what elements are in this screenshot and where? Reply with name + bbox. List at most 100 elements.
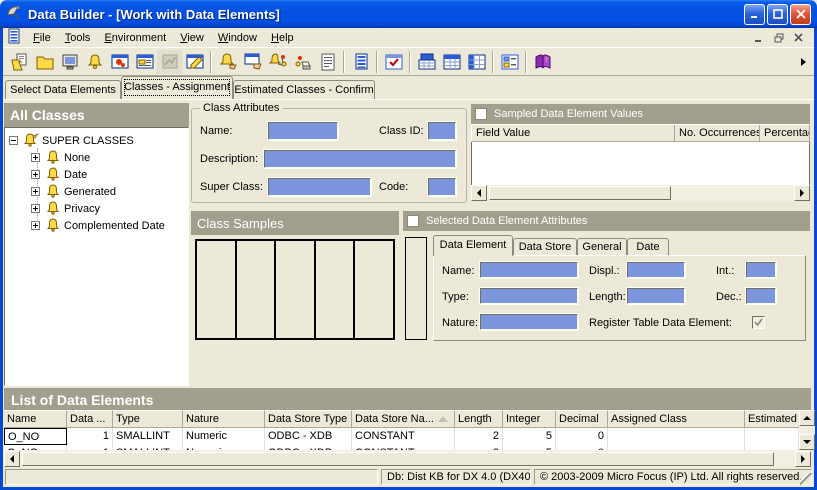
tab-date[interactable]: Date	[627, 238, 669, 256]
scroll-right-icon[interactable]	[795, 451, 811, 467]
cell-nature[interactable]: Numeric	[183, 428, 265, 445]
cell-estimated[interactable]	[745, 428, 799, 445]
col-data[interactable]: Data ...	[67, 410, 113, 428]
dec-input[interactable]	[746, 288, 776, 304]
menu-tools[interactable]: Tools	[58, 30, 98, 46]
mdi-restore-button[interactable]	[771, 31, 787, 45]
help-book-icon[interactable]: ?	[530, 50, 555, 74]
properties-panel-icon[interactable]	[497, 50, 522, 74]
table-hscrollbar[interactable]	[4, 450, 811, 467]
tab-general[interactable]: General	[577, 238, 627, 256]
table-vscrollbar[interactable]	[799, 410, 815, 450]
collapse-expander-icon[interactable]	[9, 136, 18, 145]
menu-window[interactable]: Window	[211, 30, 264, 46]
toolbar-overflow-icon[interactable]	[801, 58, 806, 66]
assign-monitor-icon[interactable]	[240, 50, 265, 74]
tree-item-none[interactable]: None	[31, 149, 186, 166]
col-estimated[interactable]: Estimated	[745, 410, 799, 428]
close-button[interactable]	[790, 4, 811, 25]
sample-column[interactable]	[237, 241, 277, 338]
tree-item-complemented-date[interactable]: Complemented Date	[31, 217, 186, 234]
cell-data-store-name[interactable]: CONSTANT	[352, 428, 455, 445]
tree-item-date[interactable]: Date	[31, 166, 186, 183]
cell-name[interactable]: O_NO	[4, 428, 67, 445]
sample-column[interactable]	[276, 241, 316, 338]
element-name-input[interactable]	[480, 262, 578, 278]
table-add-row-icon[interactable]	[414, 50, 439, 74]
tab-data-element[interactable]: Data Element	[433, 235, 513, 256]
col-decimal[interactable]: Decimal	[556, 410, 608, 428]
tab-select-data-elements[interactable]: Select Data Elements	[5, 80, 121, 99]
tab-data-store[interactable]: Data Store	[513, 238, 577, 256]
window-properties-icon[interactable]	[132, 50, 157, 74]
data-element-row-1[interactable]: O_NO 1 SMALLINT Numeric ODBC - XDB CONST…	[4, 428, 799, 445]
type-input[interactable]	[480, 288, 578, 304]
class-id-input[interactable]	[428, 122, 456, 140]
scroll-right-icon[interactable]	[794, 185, 810, 201]
scroll-left-icon[interactable]	[4, 451, 20, 467]
register-table-checkbox[interactable]	[752, 316, 765, 329]
column-no-occurrences[interactable]: No. Occurrences	[675, 125, 760, 142]
confirm-checklist-icon[interactable]	[381, 50, 406, 74]
workstation-icon[interactable]	[57, 50, 82, 74]
expand-icon[interactable]	[31, 221, 40, 230]
mdi-document-icon[interactable]	[6, 28, 22, 47]
length-input[interactable]	[627, 288, 685, 304]
column-field-value[interactable]: Field Value	[472, 125, 675, 142]
classes-bell-icon[interactable]	[82, 50, 107, 74]
super-class-input[interactable]	[268, 178, 371, 196]
cell-length[interactable]: 2	[455, 428, 503, 445]
description-input[interactable]	[264, 150, 456, 168]
assign-class-bell-icon[interactable]	[215, 50, 240, 74]
scroll-up-icon[interactable]	[799, 410, 815, 426]
tree-root-super-classes[interactable]: SUPER CLASSES	[9, 132, 184, 149]
notes-icon[interactable]	[315, 50, 340, 74]
expand-icon[interactable]	[31, 187, 40, 196]
table-rows-icon[interactable]	[439, 50, 464, 74]
col-type[interactable]: Type	[113, 410, 183, 428]
menu-help[interactable]: Help	[264, 30, 301, 46]
scroll-left-icon[interactable]	[471, 185, 487, 201]
classes-tree[interactable]: SUPER CLASSES None Date	[4, 127, 189, 386]
cell-type[interactable]: SMALLINT	[113, 428, 183, 445]
scroll-thumb[interactable]	[22, 452, 774, 466]
column-percentage[interactable]: Percentage	[760, 125, 810, 142]
mdi-minimize-button[interactable]	[751, 31, 767, 45]
cell-decimal[interactable]: 0	[556, 428, 608, 445]
expand-icon[interactable]	[31, 153, 40, 162]
col-name[interactable]: Name	[4, 410, 67, 428]
menu-view[interactable]: View	[173, 30, 211, 46]
cell-data[interactable]: 1	[67, 428, 113, 445]
scroll-down-icon[interactable]	[799, 434, 815, 450]
resize-grip[interactable]	[800, 473, 813, 486]
class-name-input[interactable]	[268, 122, 338, 140]
tree-item-generated[interactable]: Generated	[31, 183, 186, 200]
window-components-icon[interactable]	[107, 50, 132, 74]
int-input[interactable]	[746, 262, 776, 278]
tab-classes-assignment[interactable]: Classes - Assignment	[121, 76, 233, 99]
minimize-button[interactable]	[744, 4, 765, 25]
nature-input[interactable]	[480, 314, 578, 330]
window-edit-icon[interactable]	[182, 50, 207, 74]
cell-assigned-class[interactable]	[608, 428, 745, 445]
scroll-thumb[interactable]	[489, 186, 671, 200]
open-data-elements-icon[interactable]	[7, 50, 32, 74]
table-columns-icon[interactable]	[464, 50, 489, 74]
menu-file[interactable]: File	[26, 30, 58, 46]
tree-item-privacy[interactable]: Privacy	[31, 200, 186, 217]
cell-integer[interactable]: 5	[503, 428, 556, 445]
copybook-stack-icon[interactable]	[348, 50, 373, 74]
col-integer[interactable]: Integer	[503, 410, 556, 428]
code-input[interactable]	[428, 178, 456, 196]
expand-icon[interactable]	[31, 204, 40, 213]
mdi-close-button[interactable]	[791, 31, 807, 45]
sample-column[interactable]	[316, 241, 356, 338]
open-folder-icon[interactable]	[32, 50, 57, 74]
col-assigned-class[interactable]: Assigned Class	[608, 410, 745, 428]
sample-column[interactable]	[197, 241, 237, 338]
menu-environment[interactable]: Environment	[97, 30, 173, 46]
cell-data-store-type[interactable]: ODBC - XDB	[265, 428, 352, 445]
col-length[interactable]: Length	[455, 410, 503, 428]
expand-icon[interactable]	[31, 170, 40, 179]
col-data-store-type[interactable]: Data Store Type	[265, 410, 352, 428]
